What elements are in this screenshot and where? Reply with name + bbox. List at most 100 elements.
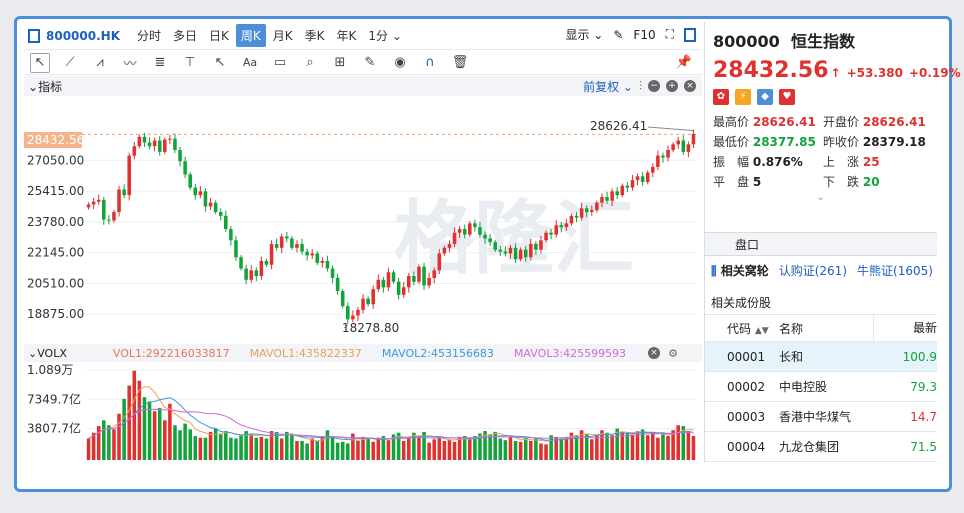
candle-body xyxy=(579,208,584,218)
candle-body xyxy=(234,240,238,258)
candle-body xyxy=(213,202,218,213)
volume-bar xyxy=(645,435,650,460)
tab-call-warrants[interactable]: 认购证(261) xyxy=(779,262,847,279)
volume-bar xyxy=(213,428,218,460)
fullscreen-icon[interactable]: ⛶ xyxy=(666,27,674,42)
adjust-dropdown[interactable]: 前复权 ⌄ xyxy=(583,78,633,95)
display-dropdown[interactable]: 显示 ⌄ xyxy=(565,26,603,43)
candle-body xyxy=(132,146,137,156)
ticker-code: 800000.HK xyxy=(46,28,120,43)
volume-bar xyxy=(239,435,243,460)
candle-body xyxy=(163,139,167,152)
table-row[interactable]: 00001 长和 100.9 xyxy=(705,342,937,372)
col-code[interactable]: 代码 ▲▼ xyxy=(705,320,773,337)
trash-icon[interactable]: 🗑 xyxy=(450,53,470,73)
candle-body xyxy=(127,155,131,196)
volume-bar xyxy=(86,438,91,460)
volume-chart[interactable]: 1.089万 7349.7亿 3807.7亿 xyxy=(24,362,702,462)
tab-warrants[interactable]: ⫼ 相关窝轮 xyxy=(711,262,769,279)
bars-icon: ⫼ xyxy=(711,264,717,278)
tab-cbbc[interactable]: 牛熊证(1605) xyxy=(857,262,933,279)
pen-icon[interactable]: ✎ xyxy=(613,28,623,42)
chart-type-icon[interactable]: ⫶ xyxy=(639,79,642,94)
candle-body xyxy=(285,236,289,239)
candle-body xyxy=(239,257,243,269)
volume-bar xyxy=(193,436,198,460)
period-daily[interactable]: 日K xyxy=(204,24,234,47)
candle-body xyxy=(447,244,452,248)
volume-bar xyxy=(590,439,594,460)
row-price: 100.9 xyxy=(902,349,937,364)
period-intraday[interactable]: 分时 xyxy=(132,24,166,47)
horizontal-line-icon[interactable]: ⊤ xyxy=(180,53,200,73)
candle-body xyxy=(574,215,579,218)
wave-tool-icon[interactable]: 〰 xyxy=(120,53,140,73)
table-row[interactable]: 00003 香港中华煤气 14.7 xyxy=(705,402,937,432)
candle-body xyxy=(137,136,142,147)
volume-bar xyxy=(366,438,370,460)
table-row[interactable]: 00002 中电控股 79.3 xyxy=(705,372,937,402)
candle-body xyxy=(86,204,91,208)
candle-body xyxy=(442,247,447,254)
col-price[interactable]: 最新 xyxy=(873,314,937,342)
comment-icon[interactable]: ▭ xyxy=(270,53,290,73)
tab-pankou[interactable]: 盘口 xyxy=(705,232,937,256)
polyline-tool-icon[interactable]: ⩘ xyxy=(90,53,110,73)
volume-bar xyxy=(208,431,213,460)
period-weekly[interactable]: 周K xyxy=(235,24,266,47)
settings-icon[interactable]: ⚙ xyxy=(668,347,678,360)
ticker-label[interactable]: 800000.HK xyxy=(28,28,120,43)
price-chart[interactable]: 格隆汇 27050.0025415.0023780.0022145.002051… xyxy=(24,96,702,344)
add-indicator-icon[interactable]: + xyxy=(666,80,678,92)
close-volume-icon[interactable]: × xyxy=(648,347,660,359)
price-y-tick: 18875.00 xyxy=(27,307,84,321)
volume-bar xyxy=(229,437,233,460)
candle-body xyxy=(513,247,518,260)
indicator-label[interactable]: ⌄指标 xyxy=(28,78,62,95)
vol-legend-2: MAVOL1:435822337 xyxy=(249,346,362,360)
pin-icon[interactable]: 📌 xyxy=(674,53,694,73)
heart-icon[interactable]: ♥ xyxy=(779,89,795,105)
candle-body xyxy=(432,270,436,278)
volume-bar xyxy=(432,439,436,460)
stat-open-label: 开盘价 xyxy=(823,115,860,129)
constituents-title: 相关成份股 xyxy=(711,296,772,310)
collapse-icon[interactable]: − xyxy=(648,80,660,92)
period-multiday[interactable]: 多日 xyxy=(168,24,202,47)
lightning-icon[interactable]: ⚡ xyxy=(735,89,751,105)
candle-body xyxy=(620,185,625,196)
f10-button[interactable]: F10 xyxy=(633,28,655,42)
volume-bar xyxy=(417,436,421,460)
period-yearly[interactable]: 年K xyxy=(332,24,362,47)
volx-label[interactable]: ⌄VOLX xyxy=(28,347,67,360)
candle-body xyxy=(340,291,345,307)
cursor-icon[interactable]: ↖ xyxy=(30,52,50,73)
measure-icon[interactable]: ⊞ xyxy=(330,53,350,73)
brush-icon[interactable]: ✎ xyxy=(360,53,380,73)
zoom-icon[interactable]: ⌕ xyxy=(300,53,320,73)
candle-body xyxy=(661,155,665,158)
tag-icon[interactable]: ◆ xyxy=(757,89,773,105)
candle-body xyxy=(630,180,635,188)
period-quarterly[interactable]: 季K xyxy=(300,24,330,47)
table-row[interactable]: 00004 九龙仓集团 71.5 xyxy=(705,432,937,462)
close-indicator-icon[interactable]: × xyxy=(684,80,696,92)
volume-bar xyxy=(107,425,111,460)
arrow-tool-icon[interactable]: ↖ xyxy=(210,53,230,73)
text-tool-icon[interactable]: Aa xyxy=(240,53,260,73)
volume-bar xyxy=(513,440,518,460)
magnet-icon[interactable]: ∩ xyxy=(420,53,440,73)
expand-chevron-icon[interactable]: ⌄ xyxy=(713,192,928,203)
col-name[interactable]: 名称 xyxy=(773,320,873,337)
row-price: 14.7 xyxy=(910,409,937,424)
sort-icon[interactable]: ▲▼ xyxy=(755,326,769,336)
sidebar-toggle-icon[interactable] xyxy=(28,28,40,43)
period-monthly[interactable]: 月K xyxy=(268,24,298,47)
fib-tool-icon[interactable]: ≣ xyxy=(150,53,170,73)
vol-legend-1: VOL1:292216033817 xyxy=(112,346,230,360)
line-tool-icon[interactable]: ⟋ xyxy=(60,53,80,73)
candle-body xyxy=(534,244,538,250)
eye-icon[interactable]: ◉ xyxy=(390,53,410,73)
panel-toggle-icon[interactable] xyxy=(684,27,696,42)
period-1min-dropdown[interactable]: 1分 ⌄ xyxy=(363,24,407,47)
